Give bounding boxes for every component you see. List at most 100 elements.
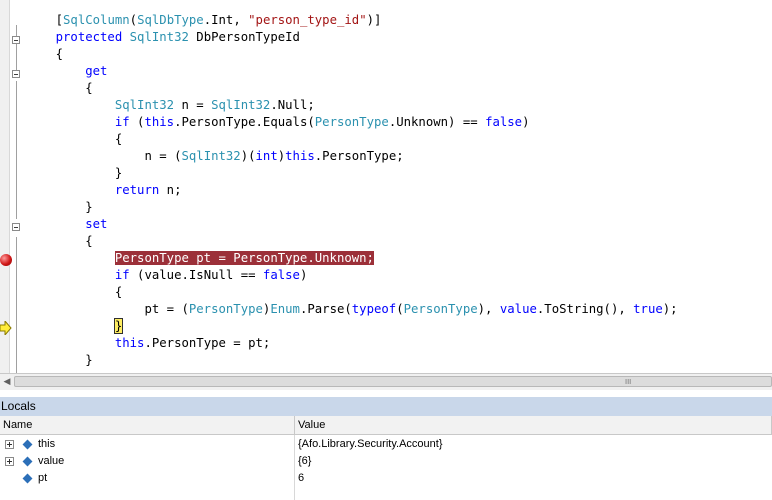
code-token: PersonType (403, 302, 478, 316)
variable-value[interactable]: 6 (298, 470, 304, 487)
code-line[interactable]: { (26, 284, 122, 301)
code-token: .PersonType; (314, 149, 404, 163)
code-token: PersonType (188, 302, 263, 316)
current-statement: } (113, 318, 124, 334)
code-token: { (26, 132, 123, 146)
code-token: n = (174, 98, 212, 112)
variable-value[interactable]: {6} (298, 453, 311, 470)
collapse-toggle[interactable] (12, 70, 20, 78)
code-line[interactable]: set (26, 216, 107, 233)
variable-name: value (38, 455, 65, 467)
code-line[interactable]: get (26, 63, 107, 80)
code-token: } (26, 166, 123, 180)
code-line[interactable]: protected SqlInt32 DbPersonTypeId (26, 29, 300, 46)
code-token: DbPersonTypeId (188, 30, 300, 44)
code-token: { (26, 81, 93, 95)
variable-value[interactable]: {Afo.Library.Security.Account} (298, 436, 443, 453)
code-token: n = ( (26, 149, 182, 163)
code-line[interactable]: if (this.PersonType.Equals(PersonType.Un… (26, 114, 530, 131)
code-line[interactable]: } (26, 199, 92, 216)
variable-icon (22, 473, 33, 484)
code-token: { (26, 47, 64, 61)
code-token: PersonType (314, 115, 389, 129)
code-token: } (26, 353, 93, 367)
code-line[interactable]: { (26, 131, 122, 148)
code-token: pt = ( (26, 302, 189, 316)
locals-row[interactable]: this {Afo.Library.Security.Account} (0, 436, 772, 453)
breakpoint-icon[interactable] (0, 254, 12, 266)
code-token: .PersonType.Equals( (174, 115, 315, 129)
expand-icon[interactable] (5, 457, 14, 466)
variable-icon (22, 456, 33, 467)
collapse-toggle[interactable] (12, 36, 20, 44)
code-token: .Parse( (299, 302, 352, 316)
code-token: SqlDbType (137, 13, 204, 27)
code-line[interactable]: [SqlColumn(SqlDbType.Int, "person_type_i… (26, 12, 382, 29)
code-token: if (26, 268, 130, 282)
code-line[interactable]: n = (SqlInt32)(int)this.PersonType; (26, 148, 404, 165)
code-token: SqlColumn (63, 13, 130, 27)
horizontal-scrollbar[interactable]: ◀ III (0, 373, 772, 390)
code-token: set (26, 217, 108, 231)
code-line[interactable]: if (value.IsNull == false) (26, 267, 308, 284)
code-token: return (26, 183, 160, 197)
code-line[interactable]: PersonType pt = PersonType.Unknown; (26, 250, 374, 267)
code-line[interactable]: } (26, 352, 93, 369)
code-token: this (285, 149, 315, 163)
code-token: .ToString(), (536, 302, 634, 316)
code-token: .Int, (203, 13, 249, 27)
current-statement-arrow-icon (0, 321, 12, 335)
locals-grid[interactable]: Name Value this {Afo.Library.Security.Acc… (0, 416, 772, 500)
code-token: ), (477, 302, 500, 316)
code-token: (value.IsNull == (129, 268, 263, 282)
code-token: .PersonType = pt; (144, 336, 271, 350)
code-line[interactable]: SqlInt32 n = SqlInt32.Null; (26, 97, 315, 114)
code-token: ( (396, 302, 404, 316)
code-token: SqlInt32 (26, 98, 175, 112)
code-token: SqlInt32 (181, 149, 241, 163)
value-column-header[interactable]: Value (295, 416, 772, 435)
code-line[interactable]: { (26, 233, 92, 250)
code-line[interactable]: this.PersonType = pt; (26, 335, 271, 352)
code-token: typeof (351, 302, 397, 316)
code-token: [ (26, 13, 64, 27)
code-token: value (499, 302, 537, 316)
code-token: ); (662, 302, 678, 316)
code-token: .Null; (270, 98, 315, 112)
locals-row[interactable]: pt 6 (0, 470, 772, 487)
outline-guide (16, 237, 17, 373)
breakpoint-highlight: PersonType pt = PersonType.Unknown; (114, 251, 374, 265)
variable-name: this (38, 438, 56, 450)
collapse-toggle[interactable] (12, 223, 20, 231)
locals-row[interactable]: value {6} (0, 453, 772, 470)
code-token: this (144, 115, 175, 129)
expand-icon[interactable] (5, 440, 14, 449)
code-token: true (633, 302, 663, 316)
code-token: if (26, 115, 130, 129)
code-editor[interactable]: [SqlColumn ( SqlDbType.Int, "person_type_i… (0, 0, 772, 373)
code-token: this (26, 336, 145, 350)
indicator-margin[interactable] (0, 0, 10, 373)
scrollbar-thumb[interactable]: III (14, 376, 772, 387)
code-line[interactable]: } (26, 165, 122, 182)
code-line[interactable]: return n; (26, 182, 182, 199)
code-token: SqlInt32 (211, 98, 271, 112)
code-token: false (485, 115, 523, 129)
outline-guide (16, 81, 17, 219)
code-token: "person_type_id" (248, 13, 367, 27)
code-line[interactable]: } (26, 318, 124, 335)
code-token: false (262, 268, 300, 282)
code-token: SqlInt32 (129, 30, 189, 44)
code-token: protected (26, 30, 130, 44)
code-token: )] (366, 13, 382, 27)
code-line[interactable]: { (26, 80, 93, 97)
code-token: )( (240, 149, 256, 163)
code-line[interactable]: { (26, 46, 63, 63)
code-token: n; (159, 183, 182, 197)
code-line[interactable]: pt = (PersonType)Enum.Parse(typeof(Perso… (26, 301, 678, 318)
code-token: ) (522, 115, 530, 129)
scroll-left-icon[interactable]: ◀ (1, 374, 13, 390)
name-column-header[interactable]: Name (0, 416, 295, 435)
